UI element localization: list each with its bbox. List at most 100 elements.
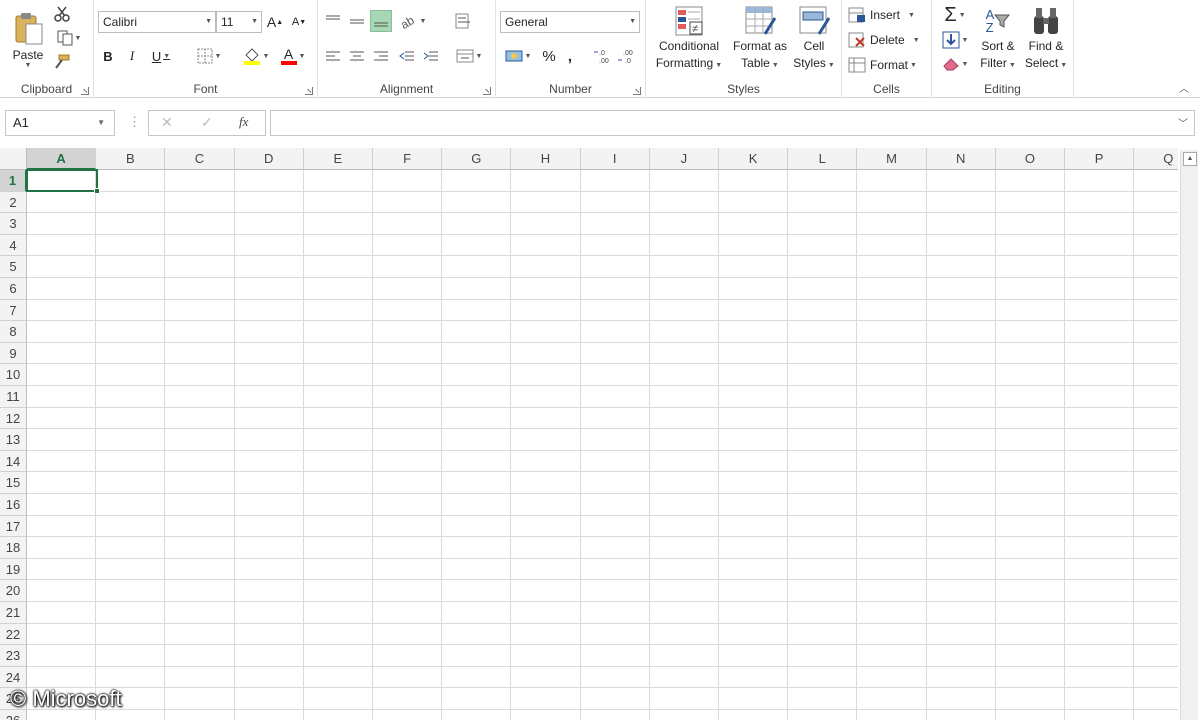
- row-header-15[interactable]: 15: [0, 472, 27, 494]
- row-header-18[interactable]: 18: [0, 537, 27, 559]
- alignment-launcher-icon[interactable]: [483, 87, 491, 95]
- increase-indent-button[interactable]: [420, 46, 442, 66]
- name-box[interactable]: A1 ▼: [5, 110, 115, 136]
- clipboard-launcher-icon[interactable]: [81, 87, 89, 95]
- font-color-button[interactable]: A ▼: [276, 46, 310, 66]
- comma-button[interactable]: ,: [562, 46, 578, 66]
- decrease-decimal-icon-button[interactable]: .00.0: [616, 46, 638, 66]
- row-header-12[interactable]: 12: [0, 407, 27, 430]
- italic-button[interactable]: I: [122, 46, 142, 66]
- formula-bar-grip-icon[interactable]: ⋮: [128, 114, 141, 130]
- column-header-d[interactable]: D: [234, 148, 304, 170]
- format-painter-button[interactable]: [52, 52, 72, 72]
- align-left-button[interactable]: [322, 46, 344, 66]
- fill-button[interactable]: ▼: [938, 29, 972, 51]
- column-header-m[interactable]: M: [857, 148, 927, 170]
- column-header-h[interactable]: H: [511, 148, 581, 170]
- column-header-f[interactable]: F: [373, 148, 443, 170]
- row-header-8[interactable]: 8: [0, 321, 27, 343]
- enter-icon[interactable]: ✓: [201, 114, 213, 131]
- select-all-corner[interactable]: [0, 148, 27, 170]
- expand-formula-bar-icon[interactable]: ﹀: [1178, 115, 1188, 130]
- row-header-6[interactable]: 6: [0, 278, 27, 300]
- decrease-indent-button[interactable]: [396, 46, 418, 66]
- alignment-group-label: Alignment: [379, 82, 434, 96]
- row-header-21[interactable]: 21: [0, 602, 27, 624]
- row-header-5[interactable]: 5: [0, 256, 27, 278]
- formula-input[interactable]: ﹀: [270, 110, 1195, 136]
- column-header-i[interactable]: I: [580, 148, 650, 170]
- column-header-n[interactable]: N: [926, 148, 996, 170]
- worksheet-grid[interactable]: ABCDEFGHIJKLMNOPQ 1 2 3 4 5 6 7 8 9 10 11 12 13 14 15 1…: [0, 148, 1178, 720]
- row-header-14[interactable]: 14: [0, 450, 27, 473]
- copy-button[interactable]: ▼: [52, 28, 86, 48]
- cut-button[interactable]: [52, 4, 72, 24]
- align-center-button[interactable]: [346, 46, 368, 66]
- clear-button[interactable]: ▼: [938, 53, 972, 75]
- font-launcher-icon[interactable]: [305, 87, 313, 95]
- column-header-g[interactable]: G: [442, 148, 512, 170]
- conditional-formatting-button[interactable]: ≠ Conditional Formatting ▼: [652, 4, 726, 80]
- merge-center-button[interactable]: ▼: [452, 46, 486, 66]
- fill-color-button[interactable]: ▼: [238, 46, 274, 66]
- column-header-o[interactable]: O: [995, 148, 1065, 170]
- row-header-7[interactable]: 7: [0, 299, 27, 322]
- row-header-13[interactable]: 13: [0, 429, 27, 451]
- wrap-text-button[interactable]: [452, 10, 476, 32]
- number-format-combo[interactable]: General ▼: [500, 11, 640, 33]
- column-header-c[interactable]: C: [165, 148, 235, 170]
- column-header-k[interactable]: K: [719, 148, 789, 170]
- row-header-1[interactable]: 1: [0, 170, 27, 192]
- column-header-j[interactable]: J: [649, 148, 719, 170]
- row-header-16[interactable]: 16: [0, 494, 27, 516]
- row-header-17[interactable]: 17: [0, 515, 27, 538]
- row-header-19[interactable]: 19: [0, 558, 27, 581]
- grow-font-button[interactable]: A ▲: [266, 12, 284, 32]
- row-header-11[interactable]: 11: [0, 386, 27, 408]
- column-header-p[interactable]: P: [1065, 148, 1135, 170]
- orientation-button[interactable]: ab ▼: [396, 10, 430, 32]
- format-as-table-button[interactable]: Format as Table ▼: [728, 4, 792, 80]
- row-header-10[interactable]: 10: [0, 364, 27, 386]
- fill-handle[interactable]: [94, 188, 100, 194]
- delete-button[interactable]: Delete ▼: [848, 30, 928, 50]
- sort-filter-button[interactable]: AZ Sort & Filter ▼: [976, 4, 1020, 80]
- column-header-b[interactable]: B: [96, 148, 166, 170]
- row-header-4[interactable]: 4: [0, 234, 27, 257]
- insert-function-icon[interactable]: fx: [239, 114, 248, 130]
- column-header-e[interactable]: E: [303, 148, 373, 170]
- align-right-button[interactable]: [370, 46, 392, 66]
- accounting-format-button[interactable]: ▼: [500, 46, 536, 66]
- cancel-icon[interactable]: ✕: [161, 114, 173, 131]
- vertical-scrollbar[interactable]: ▲: [1180, 150, 1198, 720]
- row-header-22[interactable]: 22: [0, 623, 27, 646]
- font-size-combo[interactable]: 11 ▼: [216, 11, 262, 33]
- row-header-23[interactable]: 23: [0, 645, 27, 667]
- row-header-3[interactable]: 3: [0, 213, 27, 235]
- insert-button[interactable]: Insert ▼: [848, 5, 928, 25]
- borders-button[interactable]: ▼: [192, 46, 226, 66]
- row-header-2[interactable]: 2: [0, 191, 27, 214]
- collapse-ribbon-button[interactable]: ︿: [1176, 80, 1192, 95]
- autosum-button[interactable]: Σ ▼: [938, 4, 972, 26]
- bold-button[interactable]: B: [98, 46, 118, 66]
- font-name-combo[interactable]: Calibri ▼: [98, 11, 216, 33]
- shrink-font-button[interactable]: A ▼: [290, 12, 308, 32]
- format-button[interactable]: Format ▼: [848, 55, 928, 75]
- scroll-up-icon[interactable]: ▲: [1183, 152, 1197, 166]
- top-align-button[interactable]: [322, 10, 344, 32]
- cell-styles-button[interactable]: Cell Styles ▼: [792, 4, 836, 80]
- number-launcher-icon[interactable]: [633, 87, 641, 95]
- middle-align-button[interactable]: [346, 10, 368, 32]
- paste-button[interactable]: Paste ▼: [6, 4, 50, 76]
- column-header-a[interactable]: A: [27, 148, 97, 170]
- bottom-align-button[interactable]: [370, 10, 392, 32]
- underline-button[interactable]: U ▼: [146, 46, 176, 66]
- find-select-button[interactable]: Find & Select ▼: [1022, 4, 1070, 80]
- row-header-9[interactable]: 9: [0, 342, 27, 365]
- increase-decimal-button[interactable]: .0.00: [592, 46, 614, 66]
- percent-button[interactable]: %: [540, 46, 558, 66]
- column-header-q[interactable]: Q: [1134, 148, 1178, 170]
- row-header-20[interactable]: 20: [0, 580, 27, 602]
- column-header-l[interactable]: L: [788, 148, 858, 170]
